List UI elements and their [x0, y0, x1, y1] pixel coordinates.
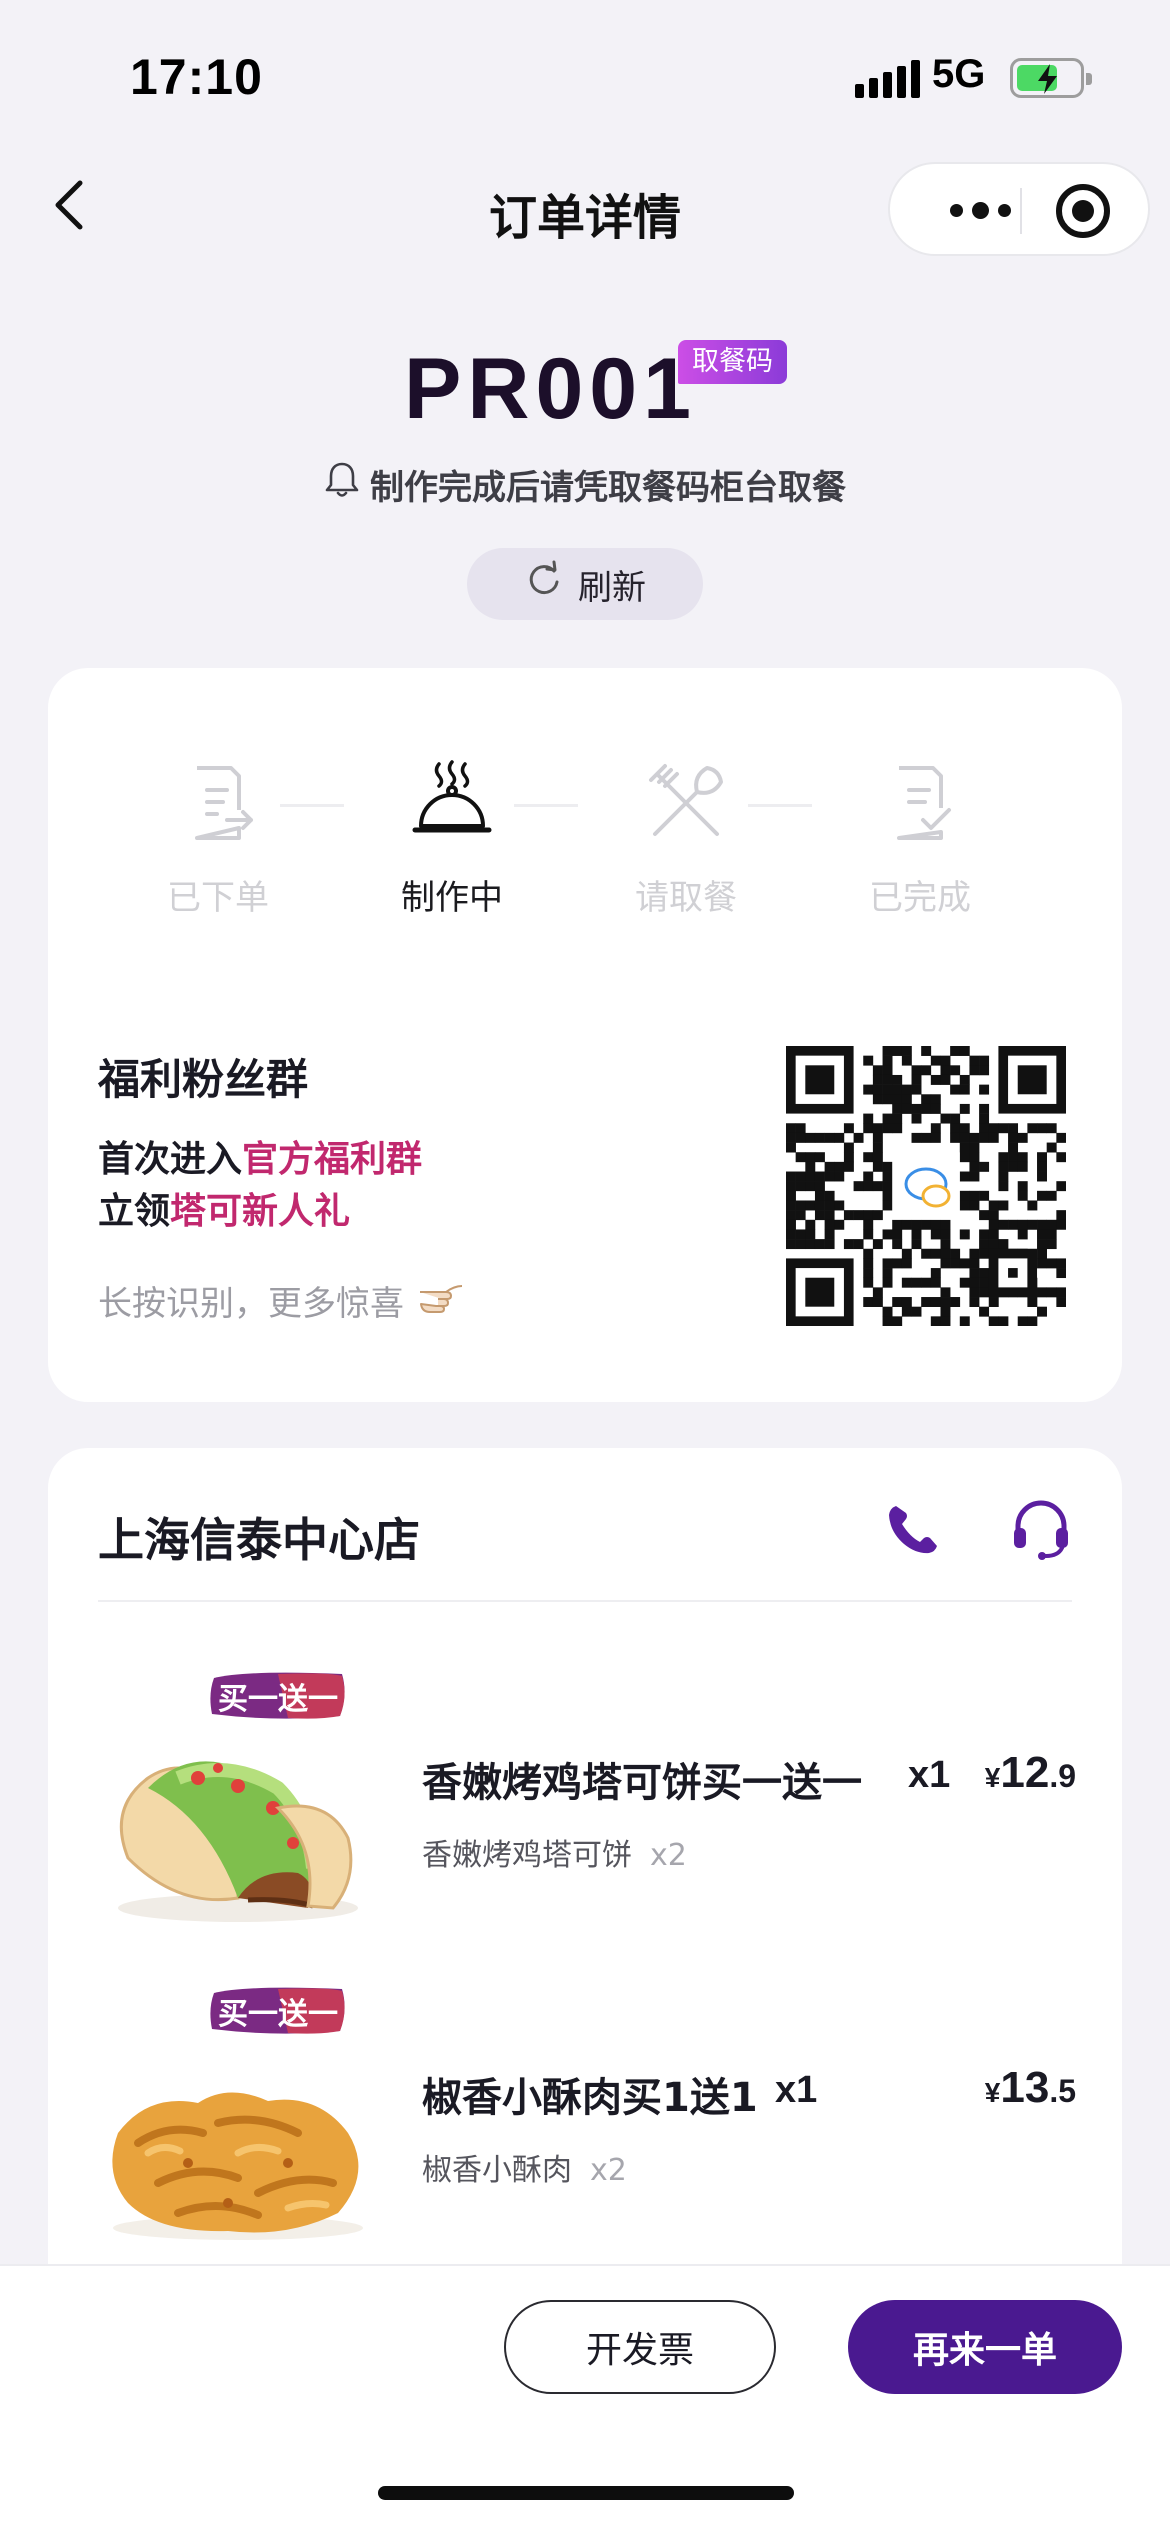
- item-quantity: x1: [908, 1754, 951, 1796]
- price-decimal: .5: [1049, 2073, 1076, 2109]
- signal-icon: [855, 60, 920, 98]
- item-price: ¥12.9: [985, 1748, 1076, 1798]
- reorder-button[interactable]: 再来一单: [848, 2300, 1122, 2394]
- refresh-label: 刷新: [578, 567, 646, 608]
- promo-tag: 买一送一: [208, 1668, 348, 1722]
- welfare-tip-text: 长按识别，更多惊喜: [98, 1284, 404, 1324]
- step-label: 制作中: [401, 878, 503, 918]
- item-sub-line: 香嫩烤鸡塔可饼 x2: [422, 1830, 687, 1874]
- target-icon[interactable]: [1056, 184, 1110, 238]
- step-completed: 已完成: [840, 758, 1000, 919]
- qr-code[interactable]: [786, 1046, 1067, 1327]
- welfare-title: 福利粉丝群: [98, 1055, 309, 1104]
- cloche-icon: [407, 758, 497, 848]
- store-name: 上海信泰中心店: [98, 1513, 420, 1567]
- pickup-code: PR001: [404, 341, 697, 437]
- item-sub-line: 椒香小酥肉 x2: [422, 2145, 627, 2189]
- status-time: 17:10: [130, 49, 263, 105]
- step-ordered: 已下单: [138, 758, 298, 919]
- step-label: 已下单: [167, 878, 269, 918]
- price-currency: ¥: [984, 2077, 1001, 2108]
- order-status-card: 已下单 制作中 请取餐 已完成 福利粉丝群 首次进入官方福利群 立领塔可新人礼: [48, 668, 1122, 1402]
- step-preparing: 制作中: [372, 758, 532, 919]
- pickup-hint-text: 制作完成后请凭取餐码柜台取餐: [370, 468, 846, 508]
- order-progress: 已下单 制作中 请取餐 已完成: [138, 758, 1038, 918]
- item-name: 香嫩烤鸡塔可饼买一送一: [422, 1760, 862, 1806]
- price-decimal: .9: [1049, 1758, 1076, 1794]
- promo-tag-label: 买一送一: [218, 1682, 338, 1717]
- bell-icon: [324, 461, 360, 508]
- step-ready: 请取餐: [606, 758, 766, 919]
- bottom-action-bar: 开发票 再来一单: [0, 2264, 1170, 2532]
- item-sub-name: 香嫩烤鸡塔可饼: [422, 1838, 632, 1873]
- welfare-line-1-highlight: 官方福利群: [242, 1139, 423, 1180]
- step-label: 已完成: [869, 878, 971, 918]
- price-currency: ¥: [984, 1762, 1001, 1793]
- pointing-hand-icon: [416, 1278, 466, 1323]
- price-integer: 12: [1000, 1748, 1050, 1797]
- welfare-line-1-prefix: 首次进入: [98, 1139, 243, 1180]
- phone-icon[interactable]: [882, 1500, 942, 1560]
- headset-icon[interactable]: [1008, 1496, 1074, 1562]
- network-type: 5G: [932, 52, 986, 96]
- store-divider: [98, 1600, 1072, 1602]
- welfare-line-2: 立领塔可新人礼: [98, 1182, 350, 1234]
- utensils-icon: [641, 758, 731, 848]
- promo-tag: 买一送一: [208, 1983, 348, 2037]
- item-quantity: x1: [775, 2069, 818, 2111]
- step-connector: [514, 804, 578, 807]
- completed-icon: [875, 758, 965, 848]
- step-label: 请取餐: [635, 878, 737, 918]
- welfare-line-2-highlight: 塔可新人礼: [170, 1191, 351, 1232]
- refresh-icon: [524, 560, 564, 609]
- item-price: ¥13.5: [985, 2063, 1076, 2113]
- more-dots-icon[interactable]: [930, 188, 1030, 232]
- order-placed-icon: [173, 758, 263, 848]
- price-integer: 13: [1000, 2063, 1050, 2112]
- item-sub-name: 椒香小酥肉: [422, 2153, 572, 2188]
- battery-icon: [1010, 58, 1092, 98]
- welfare-line-1: 首次进入官方福利群: [98, 1130, 422, 1182]
- status-bar: 17:10 5G: [0, 0, 1170, 150]
- nav-bar: 订单详情: [0, 150, 1170, 270]
- pickup-hint: 制作完成后请凭取餐码柜台取餐: [0, 460, 1170, 509]
- capsule-divider: [1020, 188, 1022, 234]
- item-sub-qty: x2: [590, 2153, 627, 2188]
- promo-tag-label: 买一送一: [218, 1997, 338, 2032]
- invoice-button[interactable]: 开发票: [504, 2300, 776, 2394]
- welfare-line-2-prefix: 立领: [98, 1191, 171, 1232]
- order-item[interactable]: 买一送一 椒香小酥肉买1送1 x1 ¥13.5 椒香小酥肉 x2: [48, 1983, 1122, 2263]
- refresh-button[interactable]: 刷新: [467, 548, 703, 620]
- item-sub-qty: x2: [650, 1838, 687, 1873]
- welfare-tip: 长按识别，更多惊喜: [98, 1276, 466, 1325]
- pickup-code-badge: 取餐码: [678, 340, 787, 384]
- step-connector: [748, 804, 812, 807]
- order-item[interactable]: 买一送一 香嫩烤鸡塔可饼买一送一 x1 ¥12.9 香嫩烤鸡塔可饼 x2: [48, 1668, 1122, 1948]
- step-connector: [280, 804, 344, 807]
- miniapp-capsule: [888, 162, 1150, 256]
- home-indicator[interactable]: [378, 2486, 794, 2500]
- item-name: 椒香小酥肉买1送1: [422, 2075, 758, 2121]
